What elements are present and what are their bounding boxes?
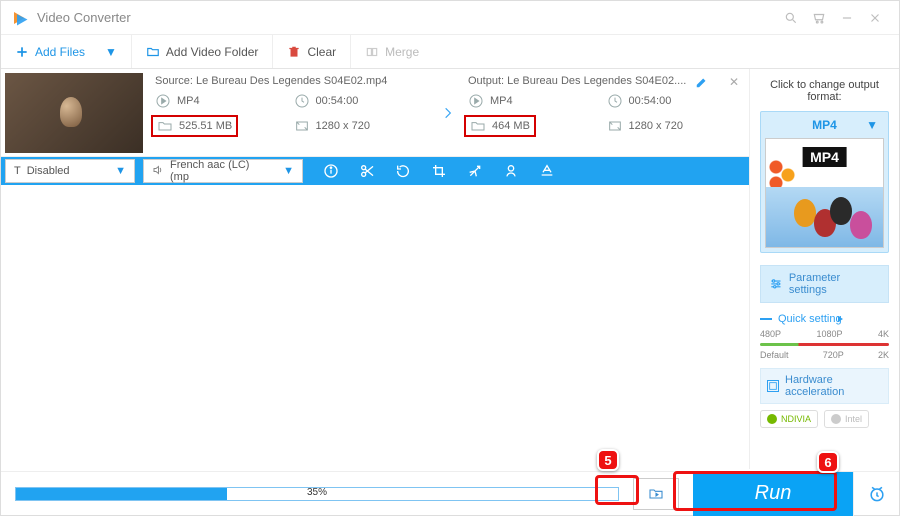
run-button[interactable]: Run [693, 472, 853, 516]
sliders-icon [769, 277, 783, 291]
add-folder-button[interactable]: Add Video Folder [132, 35, 274, 68]
annotation-callout-5: 5 [597, 449, 619, 471]
cart-icon[interactable] [805, 4, 833, 32]
chevron-down-icon: ▼ [271, 165, 294, 177]
main-toolbar: Add Files ▼ Add Video Folder Clear Merge [1, 35, 899, 69]
trash-icon [287, 45, 301, 59]
output-format: MP4 [468, 93, 603, 109]
quick-setting-label: Quick setting [778, 313, 842, 325]
output-column: Output: Le Bureau Des Legendes S04E02...… [460, 69, 749, 156]
folder-plus-icon [146, 45, 160, 59]
clock-icon [607, 93, 623, 109]
subtitle-tool-button[interactable] [529, 157, 565, 185]
output-resolution: 1280 x 720 [607, 115, 742, 137]
info-tool-button[interactable] [313, 157, 349, 185]
format-preview-image: MP4 [765, 138, 884, 248]
source-size: 525.51 MB [155, 115, 290, 137]
audio-value: French aac (LC) (mp [170, 159, 271, 183]
add-folder-label: Add Video Folder [166, 45, 259, 59]
play-circle-icon [468, 93, 484, 109]
footer: 35% Run [1, 471, 899, 515]
crop-tool-button[interactable] [421, 157, 457, 185]
output-sidebar: Click to change output format: MP4 ▼ MP4… [749, 69, 899, 469]
speaker-icon [152, 164, 164, 179]
subtitle-value: Disabled [27, 165, 70, 177]
watermark-tool-button[interactable] [493, 157, 529, 185]
content-area: Source: Le Bureau Des Legendes S04E02.mp… [1, 69, 899, 469]
quick-setting: Quick setting 480P1080P4K Default720P2K [760, 313, 889, 360]
titlebar: Video Converter [1, 1, 899, 35]
clear-button[interactable]: Clear [273, 35, 351, 68]
play-circle-icon [155, 93, 171, 109]
merge-label: Merge [385, 45, 419, 59]
merge-icon [365, 45, 379, 59]
clear-label: Clear [307, 45, 336, 59]
format-name: MP4 [812, 118, 837, 132]
source-format: MP4 [155, 93, 290, 109]
subtitle-icon: T [14, 165, 21, 177]
app-logo-icon [11, 9, 29, 27]
preset-labels-bottom: Default720P2K [760, 350, 889, 360]
folder-icon [157, 118, 173, 134]
hardware-accel-label: Hardware acceleration [785, 374, 882, 398]
minimize-button[interactable] [833, 4, 861, 32]
annotation-callout-6: 6 [817, 451, 839, 473]
format-badge: MP4 [802, 147, 847, 167]
source-duration: 00:54:00 [294, 93, 429, 109]
dimensions-icon [294, 118, 310, 134]
progress-label: 35% [16, 487, 618, 498]
close-button[interactable] [861, 4, 889, 32]
item-toolstrip: T Disabled ▼ French aac (LC) (mp ▼ [1, 157, 749, 185]
remove-item-button[interactable]: ✕ [729, 75, 739, 89]
output-duration: 00:54:00 [607, 93, 742, 109]
source-resolution: 1280 x 720 [294, 115, 429, 137]
subtitle-select[interactable]: T Disabled ▼ [5, 159, 135, 183]
app-title: Video Converter [37, 10, 131, 25]
preset-labels-top: 480P1080P4K [760, 329, 889, 339]
source-heading: Source: Le Bureau Des Legendes S04E02.mp… [155, 75, 428, 87]
rotate-tool-button[interactable] [385, 157, 421, 185]
checkbox-icon [767, 380, 779, 392]
convert-arrow-icon [436, 69, 460, 156]
add-files-label: Add Files [35, 45, 85, 59]
folder-icon [470, 118, 486, 134]
source-column: Source: Le Bureau Des Legendes S04E02.mp… [147, 69, 436, 156]
effects-tool-button[interactable] [457, 157, 493, 185]
plus-icon [15, 45, 29, 59]
progress-area: 35% [1, 487, 633, 501]
chevron-down-icon: ▼ [105, 45, 117, 59]
output-size: 464 MB [468, 115, 603, 137]
conversion-item: Source: Le Bureau Des Legendes S04E02.mp… [1, 69, 749, 157]
gpu-intel[interactable]: Intel [824, 410, 869, 428]
parameter-settings-button[interactable]: Parameter settings [760, 265, 889, 303]
output-folder-button[interactable] [633, 478, 679, 510]
sidebar-heading: Click to change output format: [760, 79, 889, 103]
hardware-accel-toggle[interactable]: Hardware acceleration [760, 368, 889, 404]
video-thumbnail[interactable] [5, 73, 143, 153]
run-label: Run [755, 482, 792, 505]
output-format-selector[interactable]: MP4 ▼ MP4 [760, 111, 889, 253]
merge-button: Merge [351, 35, 433, 68]
progress-bar: 35% [15, 487, 619, 501]
gpu-options: NDIVIA Intel [760, 410, 889, 428]
gpu-nvidia[interactable]: NDIVIA [760, 410, 818, 428]
schedule-button[interactable] [853, 472, 899, 516]
add-files-button[interactable]: Add Files ▼ [1, 35, 132, 68]
audio-select[interactable]: French aac (LC) (mp ▼ [143, 159, 303, 183]
clock-icon [294, 93, 310, 109]
search-icon[interactable] [777, 4, 805, 32]
dimensions-icon [607, 118, 623, 134]
chevron-down-icon: ▼ [866, 118, 878, 132]
chevron-down-icon: ▼ [103, 165, 126, 177]
quality-slider[interactable] [760, 343, 889, 346]
parameter-settings-label: Parameter settings [789, 272, 880, 296]
trim-tool-button[interactable] [349, 157, 385, 185]
edit-output-button[interactable] [695, 75, 709, 92]
